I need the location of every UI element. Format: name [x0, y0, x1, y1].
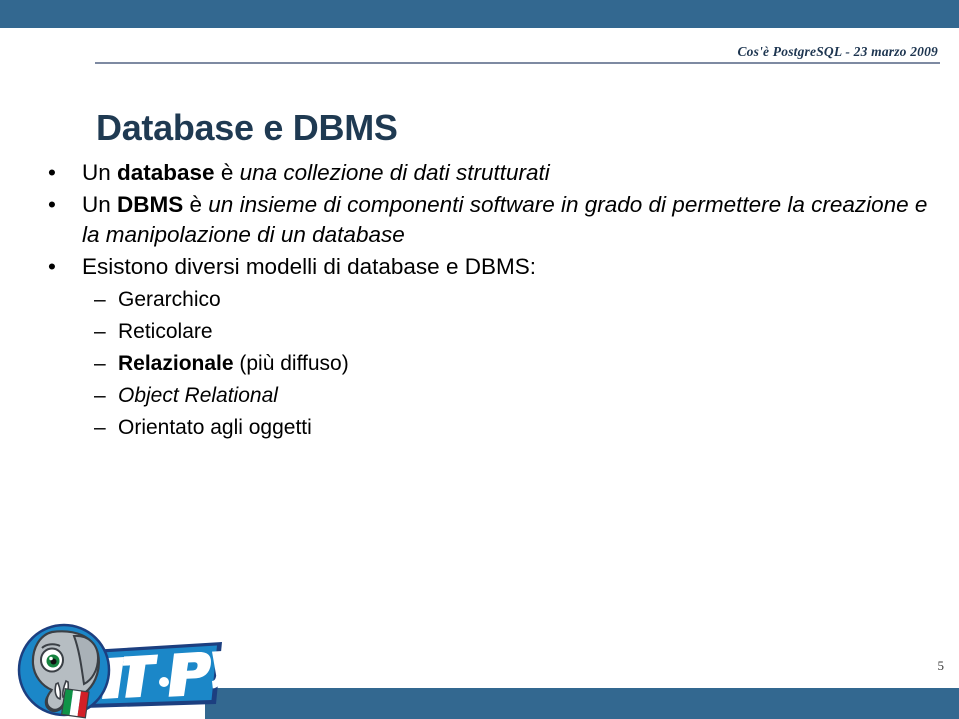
bullet-text: Object Relational: [118, 384, 278, 407]
bullet-marker: •: [48, 192, 56, 217]
text-run: è: [183, 192, 209, 217]
bullet-text: Reticolare: [118, 320, 213, 343]
text-run: DBMS: [117, 192, 184, 217]
text-run: database: [117, 160, 215, 185]
slide: Cos'è PostgreSQL - 23 marzo 2009 Databas…: [0, 0, 959, 719]
bullet-marker: •: [48, 254, 56, 279]
subbullet-relazionale: – Relazionale (più diffuso): [40, 348, 940, 380]
dash-marker: –: [94, 288, 106, 311]
dash-marker: –: [94, 384, 106, 407]
dash-marker: –: [94, 320, 106, 343]
bullet-text: Orientato agli oggetti: [118, 416, 312, 439]
subbullet-orientato-oggetti: – Orientato agli oggetti: [40, 412, 940, 444]
bullet-text: Relazionale (più diffuso): [118, 352, 349, 375]
text-run: una collezione di dati strutturati: [239, 160, 550, 185]
bullet-text: Esistono diversi modelli di database e D…: [82, 254, 536, 279]
text-run: Un: [82, 160, 118, 185]
bullet-text: Un DBMS è un insieme di componenti softw…: [82, 192, 927, 247]
text-run: è: [214, 160, 240, 185]
text-run: Reticolare: [118, 320, 213, 343]
text-run: (più diffuso): [233, 352, 349, 375]
top-decoration-bar: [0, 0, 959, 28]
bullet-dbms: • Un DBMS è un insieme di componenti soft…: [40, 190, 940, 250]
dash-marker: –: [94, 416, 106, 439]
itpug-logo: [12, 612, 227, 719]
italian-flag: [60, 688, 90, 719]
header-divider-rule: [95, 62, 940, 64]
text-run: Esistono diversi modelli di database e D…: [82, 254, 536, 279]
bullet-text: Gerarchico: [118, 288, 221, 311]
bullet-marker: •: [48, 160, 56, 185]
bullet-modelli: • Esistono diversi modelli di database e …: [40, 252, 940, 282]
subbullet-gerarchico: – Gerarchico: [40, 284, 940, 316]
subbullet-reticolare: – Reticolare: [40, 316, 940, 348]
text-run: Un: [82, 192, 118, 217]
text-run: un insieme di componenti software in gra…: [82, 192, 928, 247]
subbullet-object-relational: – Object Relational: [40, 380, 940, 412]
text-run: Relazionale: [118, 352, 234, 375]
footer-decoration-bar: [205, 688, 959, 719]
text-run: Gerarchico: [118, 288, 221, 311]
text-run: Orientato agli oggetti: [118, 416, 312, 439]
page-number: 5: [937, 658, 945, 673]
running-header: Cos'è PostgreSQL - 23 marzo 2009: [737, 44, 938, 59]
page-title: Database e DBMS: [96, 107, 398, 149]
dash-marker: –: [94, 352, 106, 375]
bullet-text: Un database è una collezione di dati str…: [82, 160, 550, 185]
bullet-database: • Un database è una collezione di dati st…: [40, 158, 940, 188]
slide-body: • Un database è una collezione di dati st…: [40, 158, 940, 444]
text-run: Object Relational: [118, 384, 278, 407]
